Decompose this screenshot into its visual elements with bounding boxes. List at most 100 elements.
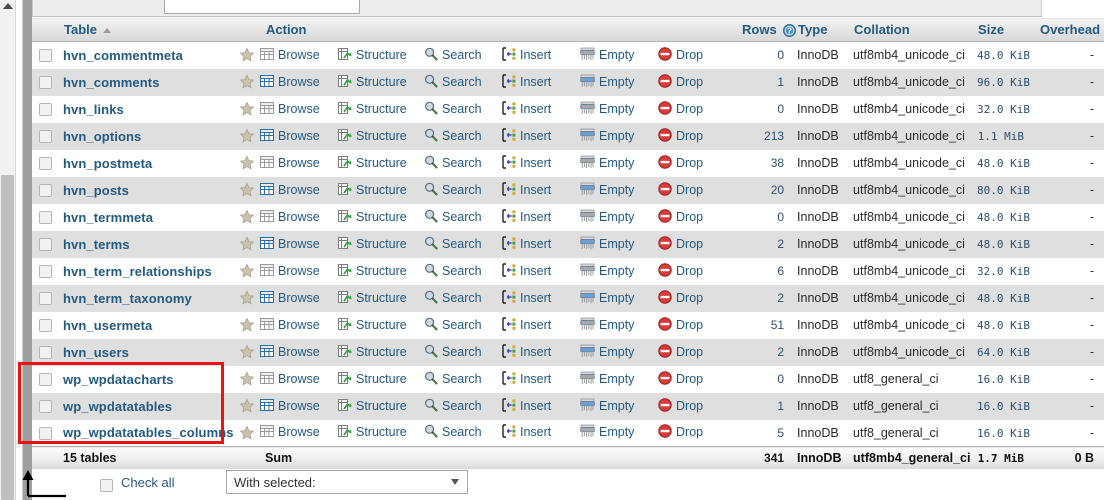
favorite-cell[interactable]	[234, 41, 260, 69]
grid-icon[interactable]	[260, 290, 274, 307]
star-icon[interactable]	[239, 101, 255, 117]
action-drop[interactable]: Drop	[658, 284, 737, 312]
row-checkbox-cell[interactable]	[32, 284, 58, 312]
search-label[interactable]: Search	[442, 344, 482, 358]
structure-label[interactable]: Structure	[356, 290, 407, 304]
magnifier-icon[interactable]	[424, 155, 438, 172]
drop-label[interactable]: Drop	[676, 209, 703, 223]
action-insert[interactable]: Insert	[502, 203, 580, 231]
structure-label[interactable]: Structure	[356, 155, 407, 169]
row-checkbox[interactable]	[38, 292, 52, 306]
search-label[interactable]: Search	[442, 371, 482, 385]
grid-icon[interactable]	[260, 128, 274, 145]
pane-scrollbar[interactable]	[16, 0, 32, 500]
table-row[interactable]: hvn_terms Browse Structure Search Insert Empt…	[32, 230, 1105, 258]
row-checkbox[interactable]	[38, 103, 52, 117]
empty-label[interactable]: Empty	[599, 209, 634, 223]
no-entry-icon[interactable]	[658, 73, 672, 91]
browse-label[interactable]: Browse	[278, 236, 320, 250]
star-icon[interactable]	[239, 290, 255, 306]
browse-label[interactable]: Browse	[278, 398, 320, 412]
drop-label[interactable]: Drop	[676, 371, 703, 385]
insert-label[interactable]: Insert	[520, 155, 551, 169]
row-checkbox[interactable]	[38, 130, 52, 144]
no-entry-icon[interactable]	[658, 370, 672, 388]
browse-label[interactable]: Browse	[278, 209, 320, 223]
magnifier-icon[interactable]	[424, 317, 438, 334]
row-checkbox[interactable]	[38, 238, 52, 252]
structure-label[interactable]: Structure	[356, 236, 407, 250]
favorite-cell[interactable]	[234, 149, 260, 177]
insert-label[interactable]: Insert	[520, 371, 551, 385]
insert-row-icon[interactable]	[502, 316, 516, 334]
action-empty[interactable]: Empty	[580, 419, 658, 447]
shredder-icon[interactable]	[580, 290, 595, 307]
grid-icon[interactable]	[260, 182, 274, 199]
empty-label[interactable]: Empty	[599, 155, 634, 169]
action-insert[interactable]: Insert	[502, 284, 580, 312]
action-empty[interactable]: Empty	[580, 176, 658, 204]
action-empty[interactable]: Empty	[580, 284, 658, 312]
star-icon[interactable]	[239, 263, 255, 279]
star-icon[interactable]	[239, 344, 255, 360]
no-entry-icon[interactable]	[658, 289, 672, 307]
no-entry-icon[interactable]	[658, 316, 672, 334]
action-empty[interactable]: Empty	[580, 41, 658, 69]
shredder-icon[interactable]	[580, 74, 595, 91]
insert-row-icon[interactable]	[502, 47, 516, 64]
action-browse[interactable]: Browse	[260, 41, 338, 69]
scrollbar-thumb[interactable]	[1, 175, 14, 500]
table-row[interactable]: wp_wpdatacharts Browse Structure Search Inse…	[32, 365, 1105, 393]
structure-icon[interactable]	[338, 398, 352, 415]
shredder-icon[interactable]	[580, 263, 595, 280]
drop-label[interactable]: Drop	[676, 128, 703, 142]
structure-label[interactable]: Structure	[356, 182, 407, 196]
favorite-cell[interactable]	[234, 95, 260, 123]
row-checkbox[interactable]	[38, 49, 52, 63]
search-label[interactable]: Search	[442, 155, 482, 169]
table-name-link[interactable]: hvn_usermeta	[63, 318, 152, 333]
table-name-link[interactable]: hvn_comments	[63, 75, 160, 90]
insert-label[interactable]: Insert	[520, 128, 551, 142]
browse-label[interactable]: Browse	[278, 182, 320, 196]
partial-text-input[interactable]	[164, 0, 360, 14]
insert-row-icon[interactable]	[502, 100, 516, 118]
star-icon[interactable]	[239, 371, 255, 387]
action-search[interactable]: Search	[424, 68, 502, 96]
shredder-icon[interactable]	[580, 344, 595, 361]
action-browse[interactable]: Browse	[260, 338, 338, 366]
shredder-icon[interactable]	[580, 47, 595, 64]
insert-label[interactable]: Insert	[520, 290, 551, 304]
insert-row-icon[interactable]	[502, 127, 516, 145]
browse-label[interactable]: Browse	[278, 317, 320, 331]
structure-label[interactable]: Structure	[356, 101, 407, 115]
browse-label[interactable]: Browse	[278, 344, 320, 358]
action-browse[interactable]: Browse	[260, 419, 338, 447]
browser-scrollbar[interactable]	[0, 0, 16, 500]
structure-icon[interactable]	[338, 128, 352, 145]
star-icon[interactable]	[239, 317, 255, 333]
action-drop[interactable]: Drop	[658, 122, 737, 150]
action-search[interactable]: Search	[424, 176, 502, 204]
action-search[interactable]: Search	[424, 338, 502, 366]
no-entry-icon[interactable]	[658, 235, 672, 253]
row-checkbox-cell[interactable]	[32, 338, 58, 366]
favorite-cell[interactable]	[234, 122, 260, 150]
structure-icon[interactable]	[338, 47, 352, 64]
no-entry-icon[interactable]	[658, 127, 672, 145]
action-drop[interactable]: Drop	[658, 149, 737, 177]
insert-label[interactable]: Insert	[520, 101, 551, 115]
action-structure[interactable]: Structure	[338, 122, 424, 150]
action-structure[interactable]: Structure	[338, 311, 424, 339]
table-name-cell[interactable]: hvn_commentmeta	[58, 41, 234, 69]
action-drop[interactable]: Drop	[658, 68, 737, 96]
favorite-cell[interactable]	[234, 203, 260, 231]
scrollbar-up-arrow-icon[interactable]	[3, 3, 13, 9]
star-icon[interactable]	[239, 182, 255, 198]
magnifier-icon[interactable]	[424, 128, 438, 145]
star-icon[interactable]	[239, 236, 255, 252]
action-search[interactable]: Search	[424, 284, 502, 312]
row-checkbox[interactable]	[38, 400, 52, 414]
action-search[interactable]: Search	[424, 203, 502, 231]
structure-label[interactable]: Structure	[356, 263, 407, 277]
